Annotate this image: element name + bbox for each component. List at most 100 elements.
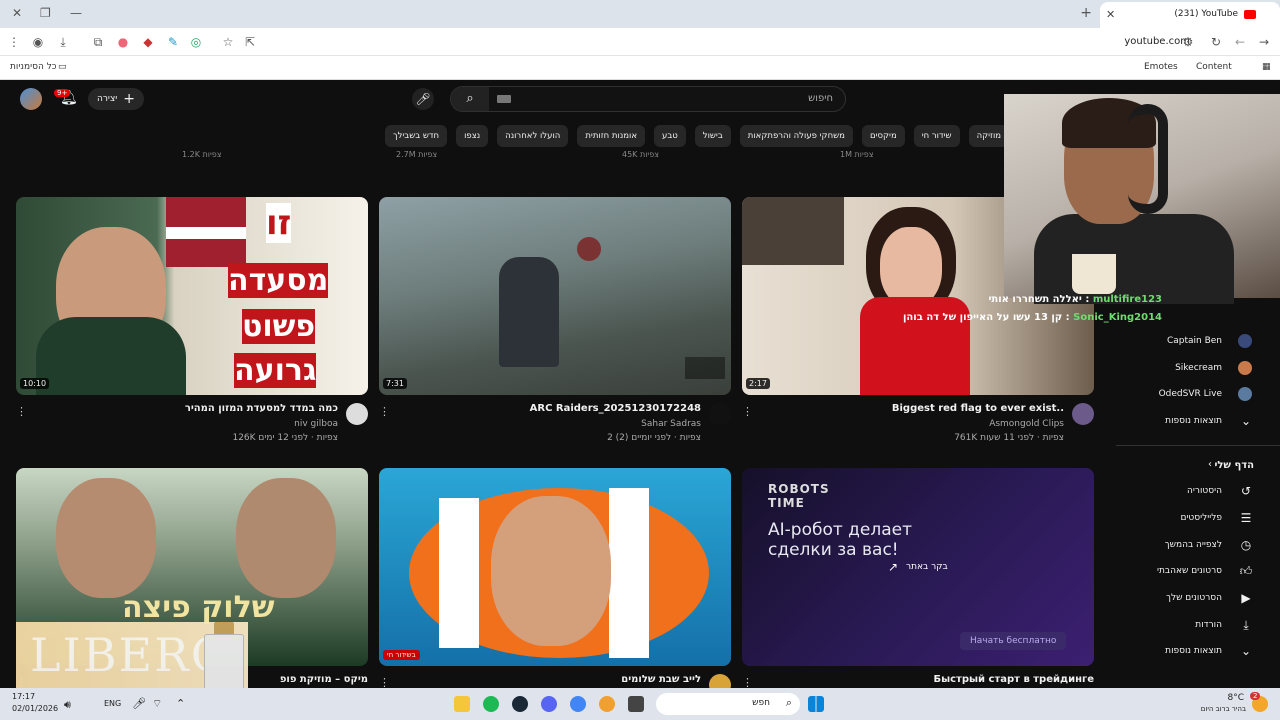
extension-icon[interactable]: ● <box>115 34 131 50</box>
video-thumbnail[interactable]: בשידור חי <box>379 468 731 666</box>
grid-icon[interactable]: ▦ <box>1262 62 1271 72</box>
ad-cta-button[interactable]: Начать бесплатно <box>960 632 1067 650</box>
ad-title[interactable]: Быстрый старт в трейдинге <box>933 674 1094 685</box>
show-more-you[interactable]: תוצאות נוספות ⌄ <box>1120 640 1280 664</box>
chip[interactable]: משחקי פעולה והרפתקאות <box>739 125 853 147</box>
translate-icon[interactable]: ✎ <box>165 34 181 50</box>
wifi-icon[interactable]: ⌔ <box>152 697 162 711</box>
language-indicator[interactable]: ENG <box>104 699 121 708</box>
more-options-icon[interactable]: ⋮ <box>742 405 753 418</box>
weather-temp[interactable]: 8°C <box>1227 693 1244 703</box>
voice-search-icon[interactable]: 🎤︎ <box>412 88 434 110</box>
video-card[interactable]: בשידור חי ⋮ לייב שבת שלומים <box>379 468 731 696</box>
file-explorer-icon[interactable] <box>454 696 470 712</box>
subscription-item[interactable]: OdedSVR Live <box>1120 383 1280 407</box>
download-icon[interactable]: ⤓ <box>55 34 71 50</box>
menu-dots-icon[interactable]: ⋮ <box>6 34 22 50</box>
sidebar-item-history[interactable]: היסטוריה ↺ <box>1120 480 1280 504</box>
close-tab-icon[interactable]: ✕ <box>1106 8 1115 21</box>
channel-avatar[interactable] <box>346 403 368 425</box>
clock-time[interactable]: 17:17 <box>12 692 35 701</box>
search-box[interactable]: ⌕ חיפוש <box>450 86 846 112</box>
subscription-item[interactable]: Captain Ben <box>1120 330 1280 354</box>
restore-window-icon[interactable]: ❐ <box>40 6 51 20</box>
spotify-icon[interactable] <box>483 696 499 712</box>
video-title[interactable]: לייב שבת שלומים <box>621 674 701 685</box>
close-window-icon[interactable]: ✕ <box>12 6 22 20</box>
bookmark-content[interactable]: Content <box>1196 62 1232 72</box>
extension-icon[interactable]: ◆ <box>140 34 156 50</box>
reload-icon[interactable]: ↻ <box>1208 34 1224 50</box>
windows-start-icon[interactable] <box>808 696 824 712</box>
share-icon[interactable]: ⇱ <box>242 34 258 50</box>
more-options-icon[interactable]: ⋮ <box>16 405 27 418</box>
taskbar-search[interactable]: חפש ⌕ <box>656 693 800 715</box>
tab-youtube[interactable]: ✕ (231) YouTube <box>1100 2 1280 28</box>
sidebar-item-your-videos[interactable]: הסרטונים שלך ▶ <box>1120 587 1280 611</box>
minimize-window-icon[interactable]: — <box>70 6 82 20</box>
sidebar-item-downloads[interactable]: הורדות ⤓ <box>1120 614 1280 638</box>
chip[interactable]: מוזיקה <box>968 125 1010 147</box>
video-title[interactable]: ARC Raiders_20251230172248 <box>530 403 701 414</box>
subscription-item[interactable]: Sikecream <box>1120 357 1280 381</box>
extension-icon[interactable]: ◎ <box>188 34 204 50</box>
search-input[interactable]: חיפוש <box>808 93 833 104</box>
search-icon[interactable]: ⌕ <box>451 87 489 111</box>
speaker-icon[interactable]: 🔊︎ <box>64 698 71 712</box>
ad-card[interactable]: ROBOTS TIME AI-робот делает сделки за ва… <box>742 468 1094 689</box>
channel-avatar[interactable] <box>1072 403 1094 425</box>
chip[interactable]: שידור חי <box>913 125 960 147</box>
forward-icon[interactable]: ← <box>1232 34 1248 50</box>
video-title[interactable]: כמה במדד למסעדת המזון המהיר <box>185 403 338 414</box>
keyboard-icon[interactable] <box>497 95 511 103</box>
bookmark-emotes[interactable]: Emotes <box>1144 62 1178 72</box>
app-icon[interactable] <box>628 696 644 712</box>
sidebar-item-playlists[interactable]: פלייליסטים ☰ <box>1120 507 1280 531</box>
channel-avatar[interactable] <box>709 403 731 425</box>
extensions-icon[interactable]: ⧉ <box>90 34 106 50</box>
chat-user: Sonic_King2014 <box>1073 312 1162 323</box>
new-tab-button[interactable]: + <box>1080 5 1092 21</box>
video-title[interactable]: Biggest red flag to ever exist.. <box>892 403 1064 414</box>
duration-badge: 2:17 <box>746 378 770 389</box>
create-button[interactable]: יצירה + <box>88 88 144 110</box>
chip[interactable]: נצפו <box>456 125 489 147</box>
chip[interactable]: הועלו לאחרונה <box>497 125 569 147</box>
video-card[interactable]: זו מסעדה פשוט גרועה 10:10 ⋮ כמה במדד למס… <box>16 197 368 447</box>
steam-icon[interactable] <box>512 696 528 712</box>
chip[interactable]: בישול <box>694 125 731 147</box>
video-thumbnail[interactable]: 7:31 <box>379 197 731 395</box>
video-card[interactable]: 7:31 ⋮ ARC Raiders_20251230172248 Sahar … <box>379 197 731 447</box>
sidebar-item-watch-later[interactable]: לצפייה בהמשך ◷ <box>1120 534 1280 558</box>
back-icon[interactable]: → <box>1256 34 1272 50</box>
tray-icon[interactable]: ⌃ <box>176 697 185 710</box>
more-options-icon[interactable]: ⋮ <box>379 405 390 418</box>
clock-date[interactable]: 02/01/2026 <box>12 704 58 713</box>
chip[interactable]: חדש בשבילך <box>385 125 448 147</box>
perfume-bottle-icon <box>204 634 244 694</box>
browser-tab-strip: ✕ ❐ — + ✕ (231) YouTube <box>0 0 1280 28</box>
profile-icon[interactable]: ◉ <box>30 34 46 50</box>
sidebar-item-liked[interactable]: סרטונים שאהבתי 👍︎ <box>1120 560 1280 584</box>
chrome-icon[interactable] <box>570 696 586 712</box>
chip[interactable]: טבע <box>654 125 686 147</box>
video-title[interactable]: מיקס – מוזיקת פופ <box>280 674 368 685</box>
channel-name[interactable]: Asmongold Clips <box>989 419 1064 429</box>
video-thumbnail[interactable]: זו מסעדה פשוט גרועה 10:10 <box>16 197 368 395</box>
bookmark-star-icon[interactable]: ☆ <box>220 34 236 50</box>
show-more-subscriptions[interactable]: תוצאות נוספות ⌄ <box>1120 410 1280 434</box>
thumb-text: זו <box>266 203 292 243</box>
chip[interactable]: אומנות חזותית <box>577 125 646 147</box>
chip[interactable]: מיקסים <box>861 125 905 147</box>
microphone-icon[interactable]: 🎤︎ <box>132 697 146 710</box>
all-bookmarks[interactable]: כל הסימניות <box>10 62 57 72</box>
channel-name[interactable]: niv gilboa <box>294 419 338 429</box>
site-settings-icon[interactable]: ⚙ <box>1180 34 1196 50</box>
avatar[interactable] <box>20 88 42 110</box>
ad-thumbnail[interactable]: ROBOTS TIME AI-робот делает сделки за ва… <box>742 468 1094 666</box>
you-section-header[interactable]: הדף שלי ‹ <box>1120 454 1280 478</box>
channel-name[interactable]: Sahar Sadras <box>641 419 701 429</box>
app-icon[interactable] <box>599 696 615 712</box>
visit-site-link[interactable]: בקר באתר <box>906 562 948 572</box>
discord-icon[interactable] <box>541 696 557 712</box>
